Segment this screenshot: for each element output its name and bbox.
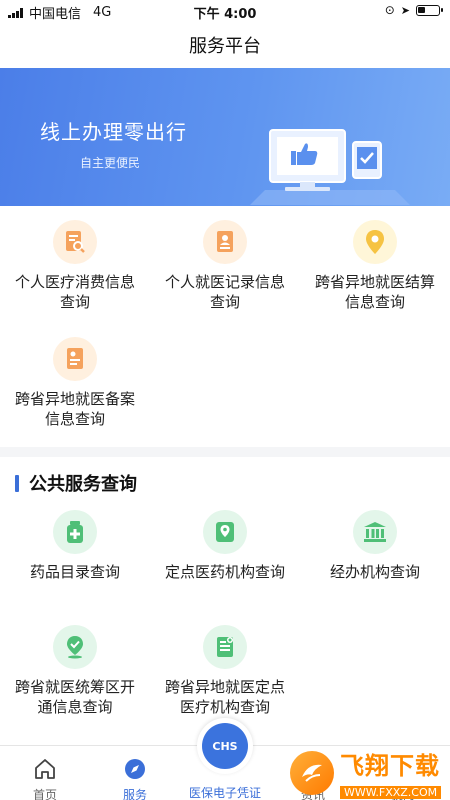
file-record-icon: [53, 337, 97, 381]
service-designated-institutions[interactable]: 定点医药机构查询: [150, 510, 300, 582]
service-label: 查询: [59, 293, 90, 311]
service-label: 信息查询: [44, 410, 105, 428]
service-label: 个人就医记录信息: [164, 273, 285, 291]
service-label: 跨省就医统筹区开: [14, 678, 135, 696]
watermark: 飞翔下载 WWW.FXXZ.COM: [290, 745, 445, 800]
battery-icon: [416, 4, 443, 16]
watermark-url: WWW.FXXZ.COM: [340, 785, 442, 799]
promo-banner[interactable]: 线上办理零出行 自主更便民: [0, 68, 450, 206]
status-right: ⊙ ➤: [384, 3, 443, 17]
page-title: 服务平台: [189, 36, 261, 57]
section-accent-bar: [15, 474, 19, 492]
service-settlement-info[interactable]: 跨省异地就医结算 信息查询: [300, 220, 450, 312]
document-search-icon: [53, 220, 97, 264]
tab-home[interactable]: 首页: [10, 758, 80, 800]
medical-card-icon: [203, 625, 247, 669]
status-bar: 中国电信 4G 下午 4:00 ⊙ ➤: [0, 0, 450, 22]
service-agency-query[interactable]: 经办机构查询: [300, 510, 450, 582]
service-label: 查询: [209, 293, 240, 311]
person-record-icon: [203, 220, 247, 264]
service-label: 医疗机构查询: [179, 698, 270, 716]
watermark-text: 飞翔下载 WWW.FXXZ.COM: [340, 746, 442, 800]
service-label: 信息查询: [344, 293, 405, 311]
chs-logo-icon: CHS: [202, 723, 248, 769]
service-medical-consumption[interactable]: 个人医疗消费信息 查询: [0, 220, 150, 312]
watermark-logo-icon: [290, 750, 334, 795]
service-drug-catalog[interactable]: 药品目录查询: [0, 510, 150, 582]
compass-icon: [100, 758, 170, 780]
tab-service[interactable]: 服务: [100, 758, 170, 800]
service-pooling-area[interactable]: 跨省就医统筹区开 通信息查询: [0, 625, 150, 717]
banner-subtitle: 自主更便民: [80, 156, 141, 170]
service-label: 跨省异地就医备案: [14, 390, 135, 408]
service-label: 经办机构查询: [329, 563, 420, 581]
service-filing-info[interactable]: 跨省异地就医备案 信息查询: [0, 337, 150, 429]
service-label: 跨省异地就医结算: [314, 273, 435, 291]
tab-label: 服务: [122, 788, 147, 800]
service-label: 跨省异地就医定点: [164, 678, 285, 696]
map-location-icon: [203, 510, 247, 554]
location-arrow-icon: ➤: [400, 3, 410, 17]
location-pin-icon: [353, 220, 397, 264]
service-personal-records[interactable]: 个人就医记录信息 查询: [150, 220, 300, 312]
service-label: 药品目录查询: [29, 563, 120, 581]
home-icon: [10, 758, 80, 780]
service-label: 个人医疗消费信息: [14, 273, 135, 291]
section-header: 公共服务查询: [15, 470, 137, 496]
insurance-ecard-button[interactable]: CHS: [197, 718, 253, 774]
insurance-ecard-label: 医保电子凭证: [188, 786, 261, 800]
checkmark-pin-icon: [53, 625, 97, 669]
banner-title: 线上办理零出行: [40, 120, 187, 144]
service-label: 通信息查询: [37, 698, 113, 716]
rotation-lock-icon: ⊙: [384, 3, 395, 17]
service-designated-medical-query[interactable]: 跨省异地就医定点 医疗机构查询: [150, 625, 300, 717]
status-time: 下午 4:00: [193, 7, 257, 22]
watermark-title: 飞翔下载: [340, 751, 440, 780]
section-divider: [0, 447, 450, 457]
medicine-bottle-icon: [53, 510, 97, 554]
computer-illustration-icon: [250, 129, 410, 205]
section-title: 公共服务查询: [29, 474, 137, 495]
tab-label: 首页: [32, 788, 57, 800]
institution-building-icon: [353, 510, 397, 554]
service-label: 定点医药机构查询: [164, 563, 285, 581]
